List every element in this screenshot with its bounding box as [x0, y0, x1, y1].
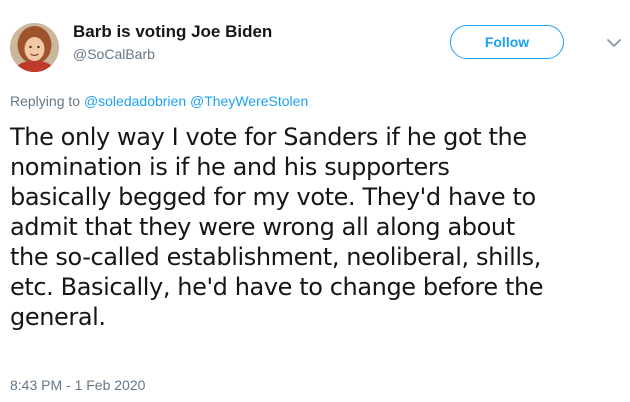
mention-link[interactable]: @soledadobrien — [84, 93, 186, 109]
avatar[interactable] — [10, 23, 59, 72]
handle[interactable]: @SoCalBarb — [73, 44, 272, 64]
tweet-text: The only way I vote for Sanders if he go… — [10, 122, 622, 332]
replying-to-label: Replying to — [10, 93, 81, 109]
tweet-text-line: etc. Basically, he'd have to change befo… — [10, 273, 544, 301]
replying-to: Replying to @soledadobrien @TheyWereStol… — [10, 92, 308, 110]
chevron-down-icon[interactable] — [606, 35, 622, 51]
display-name[interactable]: Barb is voting Joe Biden — [73, 22, 272, 42]
author-names: Barb is voting Joe Biden @SoCalBarb — [73, 22, 272, 64]
tweet-text-line: the so-called establishment, neoliberal,… — [10, 243, 542, 271]
tweet-text-line: The only way I vote for Sanders if he go… — [10, 123, 527, 151]
follow-button[interactable]: Follow — [450, 25, 564, 59]
tweet-text-line: basically begged for my vote. They'd hav… — [10, 183, 536, 211]
tweet-text-line: nomination is if he and his supporters — [10, 153, 450, 181]
avatar-image — [10, 23, 59, 72]
tweet-text-line: general. — [10, 303, 106, 331]
timestamp[interactable]: 8:43 PM - 1 Feb 2020 — [10, 376, 145, 394]
tweet-header: Barb is voting Joe Biden @SoCalBarb Foll… — [10, 12, 622, 72]
tweet-text-line: admit that they were wrong all along abo… — [10, 213, 515, 241]
mention-link[interactable]: @TheyWereStolen — [190, 93, 308, 109]
tweet: Barb is voting Joe Biden @SoCalBarb Foll… — [0, 0, 630, 402]
